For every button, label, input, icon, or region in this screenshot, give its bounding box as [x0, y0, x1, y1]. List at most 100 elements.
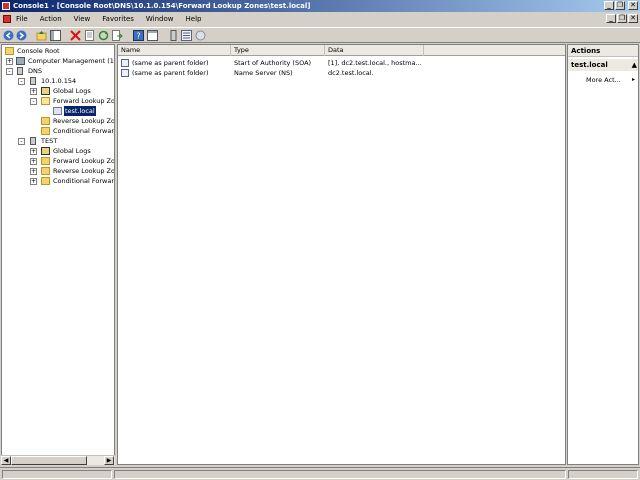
tree-node-global-logs-2[interactable]: + Global Logs — [4, 146, 114, 156]
tree-node-global-logs[interactable]: + Global Logs — [4, 86, 114, 96]
doc-close-button[interactable]: ✕ — [628, 14, 638, 23]
menu-action[interactable]: Action — [40, 15, 62, 23]
collapse-caret-icon[interactable]: ▲ — [632, 59, 637, 71]
results-list[interactable]: Name Type Data (same as parent folder) S… — [117, 44, 566, 465]
table-row[interactable]: (same as parent folder) Name Server (NS)… — [118, 68, 565, 78]
tree-label: Global Logs — [53, 87, 91, 95]
export-icon[interactable] — [112, 30, 123, 41]
column-headers: Name Type Data — [118, 45, 565, 56]
title-bar[interactable]: Console1 - [Console Root\DNS\10.1.0.154\… — [0, 0, 640, 12]
collapse-minus-icon[interactable]: - — [18, 78, 25, 85]
status-segment — [568, 470, 638, 479]
more-actions-link[interactable]: More Act... — [586, 76, 621, 84]
tree-label-selected: test.local — [64, 106, 96, 116]
expand-plus-icon[interactable]: + — [6, 58, 13, 65]
column-header-data[interactable]: Data — [325, 45, 424, 56]
tree-node-forward-lookup-zones-2[interactable]: + Forward Lookup Zon — [4, 156, 114, 166]
tree-node-computer-management[interactable]: + Computer Management (10. — [4, 56, 114, 66]
actions-section-test-local[interactable]: test.local ▲ — [568, 59, 638, 71]
menu-bar: File Action View Favorites Window Help _… — [0, 12, 640, 26]
forward-icon[interactable] — [16, 30, 27, 41]
tree-node-test-server[interactable]: - TEST — [4, 136, 114, 146]
list-icon[interactable] — [181, 30, 192, 41]
tree-node-conditional-forwarders[interactable]: Conditional Forward — [4, 126, 114, 136]
expand-plus-icon[interactable]: + — [30, 158, 37, 165]
menu-view[interactable]: View — [74, 15, 91, 23]
tree-label: Global Logs — [53, 147, 91, 155]
expand-plus-icon[interactable]: + — [30, 148, 37, 155]
toolbar: ? — [0, 27, 640, 43]
cell-type: Start of Authority (SOA) — [234, 59, 312, 67]
collapse-minus-icon[interactable]: - — [30, 98, 37, 105]
expand-plus-icon[interactable]: + — [30, 168, 37, 175]
dns-icon — [17, 67, 23, 75]
doc-minimize-button[interactable]: _ — [606, 14, 616, 23]
tree-label: 10.1.0.154 — [41, 77, 77, 85]
tree-label: Forward Lookup Zon — [53, 97, 115, 105]
server-icon[interactable] — [168, 30, 179, 41]
expand-plus-icon[interactable]: + — [30, 178, 37, 185]
scroll-thumb[interactable] — [11, 456, 87, 465]
minimize-button[interactable]: _ — [604, 1, 614, 10]
collapse-minus-icon[interactable]: - — [6, 68, 13, 75]
folder-icon — [5, 47, 14, 55]
help-icon[interactable]: ? — [133, 30, 144, 41]
menu-file[interactable]: File — [16, 15, 28, 23]
log-icon — [41, 87, 50, 95]
console-tree[interactable]: Console Root + Computer Management (10. … — [1, 44, 115, 465]
column-header-name[interactable]: Name — [118, 45, 231, 56]
tree-node-dns[interactable]: - DNS — [4, 66, 114, 76]
back-icon[interactable] — [3, 30, 14, 41]
record-icon — [121, 59, 129, 67]
actions-pane: Actions test.local ▲ More Act... ▸ — [567, 44, 639, 465]
scroll-left-icon[interactable]: ◀ — [1, 456, 11, 465]
properties-icon[interactable] — [84, 30, 95, 41]
tree-node-reverse-lookup-zones[interactable]: Reverse Lookup Zon — [4, 116, 114, 126]
tree-node-test-local[interactable]: test.local — [4, 106, 114, 116]
menu-favorites[interactable]: Favorites — [102, 15, 134, 23]
tree-node-forward-lookup-zones[interactable]: - Forward Lookup Zon — [4, 96, 114, 106]
delete-icon[interactable] — [70, 30, 81, 41]
close-button[interactable]: ✕ — [628, 1, 638, 10]
column-header-type[interactable]: Type — [231, 45, 325, 56]
zone-icon[interactable] — [195, 30, 206, 41]
folder-icon — [41, 167, 50, 175]
expand-plus-icon[interactable]: + — [30, 88, 37, 95]
cell-data: [1], dc2.test.local., hostma... — [328, 59, 422, 67]
status-segment — [114, 470, 566, 479]
document-icon[interactable] — [3, 15, 11, 23]
refresh-icon[interactable] — [98, 30, 109, 41]
tree-node-console-root[interactable]: Console Root — [4, 46, 114, 56]
tree-label: Computer Management (10. — [28, 57, 115, 65]
record-icon — [121, 69, 129, 77]
show-hide-action-pane-icon[interactable] — [147, 30, 158, 41]
mmc-app-icon[interactable] — [2, 2, 10, 10]
tree-node-reverse-lookup-zones-2[interactable]: + Reverse Lookup Zon — [4, 166, 114, 176]
cell-name: (same as parent folder) — [132, 59, 209, 67]
tree-label: Forward Lookup Zon — [53, 157, 115, 165]
tree-label: Reverse Lookup Zon — [53, 167, 115, 175]
folder-open-icon — [41, 97, 50, 105]
doc-restore-button[interactable]: ❐ — [617, 14, 627, 23]
cell-name: (same as parent folder) — [132, 69, 209, 77]
restore-button[interactable]: ❐ — [615, 1, 625, 10]
server-icon — [30, 137, 36, 145]
cell-data: dc2.test.local. — [328, 69, 374, 77]
menu-window[interactable]: Window — [146, 15, 174, 23]
svg-text:?: ? — [136, 32, 140, 41]
scroll-right-icon[interactable]: ▶ — [104, 456, 114, 465]
menu-help[interactable]: Help — [186, 15, 202, 23]
collapse-minus-icon[interactable]: - — [18, 138, 25, 145]
tree-node-server-10-1-0-154[interactable]: - 10.1.0.154 — [4, 76, 114, 86]
tree-label: Conditional Forward — [53, 127, 115, 135]
show-hide-tree-icon[interactable] — [50, 30, 61, 41]
tree-horizontal-scrollbar[interactable]: ◀ ▶ — [1, 455, 115, 465]
tree-node-conditional-forwarders-2[interactable]: + Conditional Forward — [4, 176, 114, 186]
log-icon — [41, 147, 50, 155]
status-segment — [2, 470, 112, 479]
submenu-arrow-icon[interactable]: ▸ — [632, 76, 635, 83]
tree-label: Conditional Forward — [53, 177, 115, 185]
up-icon[interactable] — [36, 30, 47, 41]
table-row[interactable]: (same as parent folder) Start of Authori… — [118, 58, 565, 68]
folder-icon — [41, 157, 50, 165]
